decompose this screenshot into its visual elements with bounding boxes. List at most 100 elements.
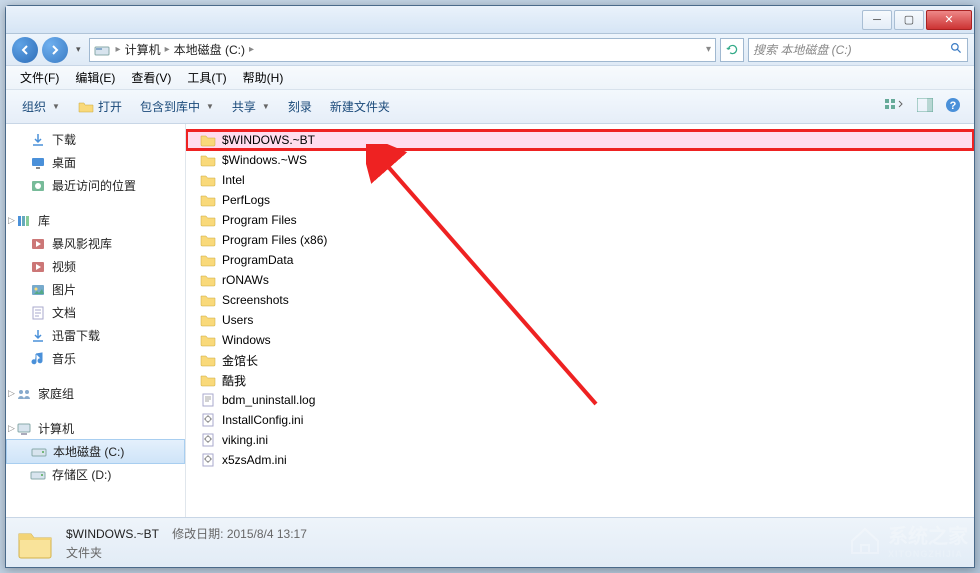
- search-box[interactable]: 搜索 本地磁盘 (C:): [748, 38, 968, 62]
- sidebar-group-computer[interactable]: ▷计算机: [6, 417, 185, 440]
- address-bar[interactable]: ▸ 计算机 ▸ 本地磁盘 (C:) ▸ ▾: [89, 38, 716, 62]
- expand-icon[interactable]: ▷: [8, 388, 15, 399]
- folder-icon: [200, 252, 216, 268]
- file-name: PerfLogs: [222, 193, 270, 207]
- titlebar: ─ ▢ ✕: [6, 6, 974, 34]
- file-item[interactable]: Users: [186, 310, 974, 330]
- preview-pane-button[interactable]: [912, 95, 938, 118]
- expand-icon[interactable]: ▷: [8, 423, 15, 434]
- folder-icon: [16, 524, 54, 562]
- menu-help[interactable]: 帮助(H): [235, 67, 292, 88]
- open-button[interactable]: 打开: [70, 95, 130, 118]
- sidebar-item[interactable]: 视频: [6, 255, 185, 278]
- file-item[interactable]: ProgramData: [186, 250, 974, 270]
- pictures-icon: [30, 282, 46, 298]
- file-item[interactable]: Windows: [186, 330, 974, 350]
- folder-icon: [200, 272, 216, 288]
- file-name: Intel: [222, 173, 245, 187]
- command-bar: 组织▼ 打开 包含到库中▼ 共享▼ 刻录 新建文件夹 ?: [6, 90, 974, 124]
- file-list[interactable]: $WINDOWS.~BT $Windows.~WS Intel PerfLogs Pro…: [186, 124, 974, 517]
- file-item[interactable]: $Windows.~WS: [186, 150, 974, 170]
- history-dropdown[interactable]: ▾: [72, 44, 85, 55]
- chevron-down-icon: ▼: [206, 102, 214, 111]
- selected-filename: $WINDOWS.~BT: [66, 527, 159, 541]
- file-item[interactable]: Screenshots: [186, 290, 974, 310]
- sidebar-label: 本地磁盘 (C:): [53, 443, 124, 460]
- refresh-button[interactable]: [720, 38, 744, 62]
- share-button[interactable]: 共享▼: [224, 95, 278, 118]
- file-item[interactable]: 酷我: [186, 370, 974, 390]
- chevron-down-icon: ▼: [52, 102, 60, 111]
- sidebar-group-homegroup[interactable]: ▷家庭组: [6, 382, 185, 405]
- file-name: $Windows.~WS: [222, 153, 307, 167]
- sidebar-item[interactable]: 下载: [6, 128, 185, 151]
- library-icon: [16, 213, 32, 229]
- navigation-pane[interactable]: 下载桌面最近访问的位置 ▷库暴风影视库视频图片文档迅雷下载音乐 ▷家庭组 ▷计算机本地…: [6, 124, 186, 517]
- details-pane: $WINDOWS.~BT 修改日期: 2015/8/4 13:17 文件夹: [6, 517, 974, 567]
- close-button[interactable]: ✕: [926, 10, 972, 30]
- file-item[interactable]: Program Files (x86): [186, 230, 974, 250]
- sidebar-item[interactable]: 音乐: [6, 347, 185, 370]
- menu-edit[interactable]: 编辑(E): [67, 67, 123, 88]
- breadcrumb-arrow-icon: ▸: [114, 44, 123, 55]
- file-item[interactable]: Program Files: [186, 210, 974, 230]
- file-item[interactable]: PerfLogs: [186, 190, 974, 210]
- menu-view[interactable]: 查看(V): [123, 67, 179, 88]
- breadcrumb-segment[interactable]: 本地磁盘 (C:): [172, 41, 247, 58]
- new-folder-button[interactable]: 新建文件夹: [322, 95, 398, 118]
- file-item[interactable]: 金馆长: [186, 350, 974, 370]
- file-item[interactable]: Intel: [186, 170, 974, 190]
- maximize-button[interactable]: ▢: [894, 10, 924, 30]
- menu-bar: 文件(F) 编辑(E) 查看(V) 工具(T) 帮助(H): [6, 66, 974, 90]
- sidebar-label: 视频: [52, 258, 76, 275]
- breadcrumb-arrow-icon: ▸: [163, 44, 172, 55]
- file-item[interactable]: rONAWs: [186, 270, 974, 290]
- file-txt-icon: [200, 392, 216, 408]
- menu-file[interactable]: 文件(F): [12, 67, 67, 88]
- folder-icon: [200, 152, 216, 168]
- sidebar-item[interactable]: 存储区 (D:): [6, 463, 185, 486]
- file-name: InstallConfig.ini: [222, 413, 303, 427]
- folder-icon: [200, 212, 216, 228]
- view-mode-button[interactable]: [880, 95, 910, 118]
- organize-button[interactable]: 组织▼: [14, 95, 68, 118]
- back-button[interactable]: [12, 37, 38, 63]
- include-library-button[interactable]: 包含到库中▼: [132, 95, 222, 118]
- file-type: 文件夹: [66, 544, 307, 561]
- documents-icon: [30, 305, 46, 321]
- chevron-down-icon: ▼: [262, 102, 270, 111]
- drive-icon: [94, 42, 110, 58]
- burn-button[interactable]: 刻录: [280, 95, 320, 118]
- help-icon: ?: [945, 97, 961, 113]
- sidebar-item[interactable]: 最近访问的位置: [6, 174, 185, 197]
- expand-icon[interactable]: ▷: [8, 215, 15, 226]
- file-item[interactable]: InstallConfig.ini: [186, 410, 974, 430]
- minimize-button[interactable]: ─: [862, 10, 892, 30]
- sidebar-label: 图片: [52, 281, 76, 298]
- file-item[interactable]: viking.ini: [186, 430, 974, 450]
- sidebar-label: 迅雷下载: [52, 327, 100, 344]
- sidebar-label: 音乐: [52, 350, 76, 367]
- sidebar-item[interactable]: 文档: [6, 301, 185, 324]
- sidebar-item[interactable]: 迅雷下载: [6, 324, 185, 347]
- sidebar-item[interactable]: 桌面: [6, 151, 185, 174]
- folder-icon: [200, 172, 216, 188]
- help-button[interactable]: ?: [940, 94, 966, 119]
- sidebar-item[interactable]: 本地磁盘 (C:): [6, 439, 185, 464]
- file-item[interactable]: bdm_uninstall.log: [186, 390, 974, 410]
- sidebar-item[interactable]: 图片: [6, 278, 185, 301]
- folder-open-icon: [78, 99, 94, 115]
- forward-button[interactable]: [42, 37, 68, 63]
- file-item[interactable]: $WINDOWS.~BT: [186, 130, 974, 150]
- file-name: viking.ini: [222, 433, 268, 447]
- mod-date-value: 2015/8/4 13:17: [227, 527, 307, 541]
- file-item[interactable]: x5zsAdm.ini: [186, 450, 974, 470]
- menu-tools[interactable]: 工具(T): [179, 67, 234, 88]
- file-name: ProgramData: [222, 253, 293, 267]
- sidebar-group-library[interactable]: ▷库: [6, 209, 185, 232]
- breadcrumb-segment[interactable]: 计算机: [123, 41, 163, 58]
- address-dropdown-icon[interactable]: ▾: [706, 44, 711, 55]
- desktop-icon: [30, 155, 46, 171]
- sidebar-item[interactable]: 暴风影视库: [6, 232, 185, 255]
- drive-icon: [31, 444, 47, 460]
